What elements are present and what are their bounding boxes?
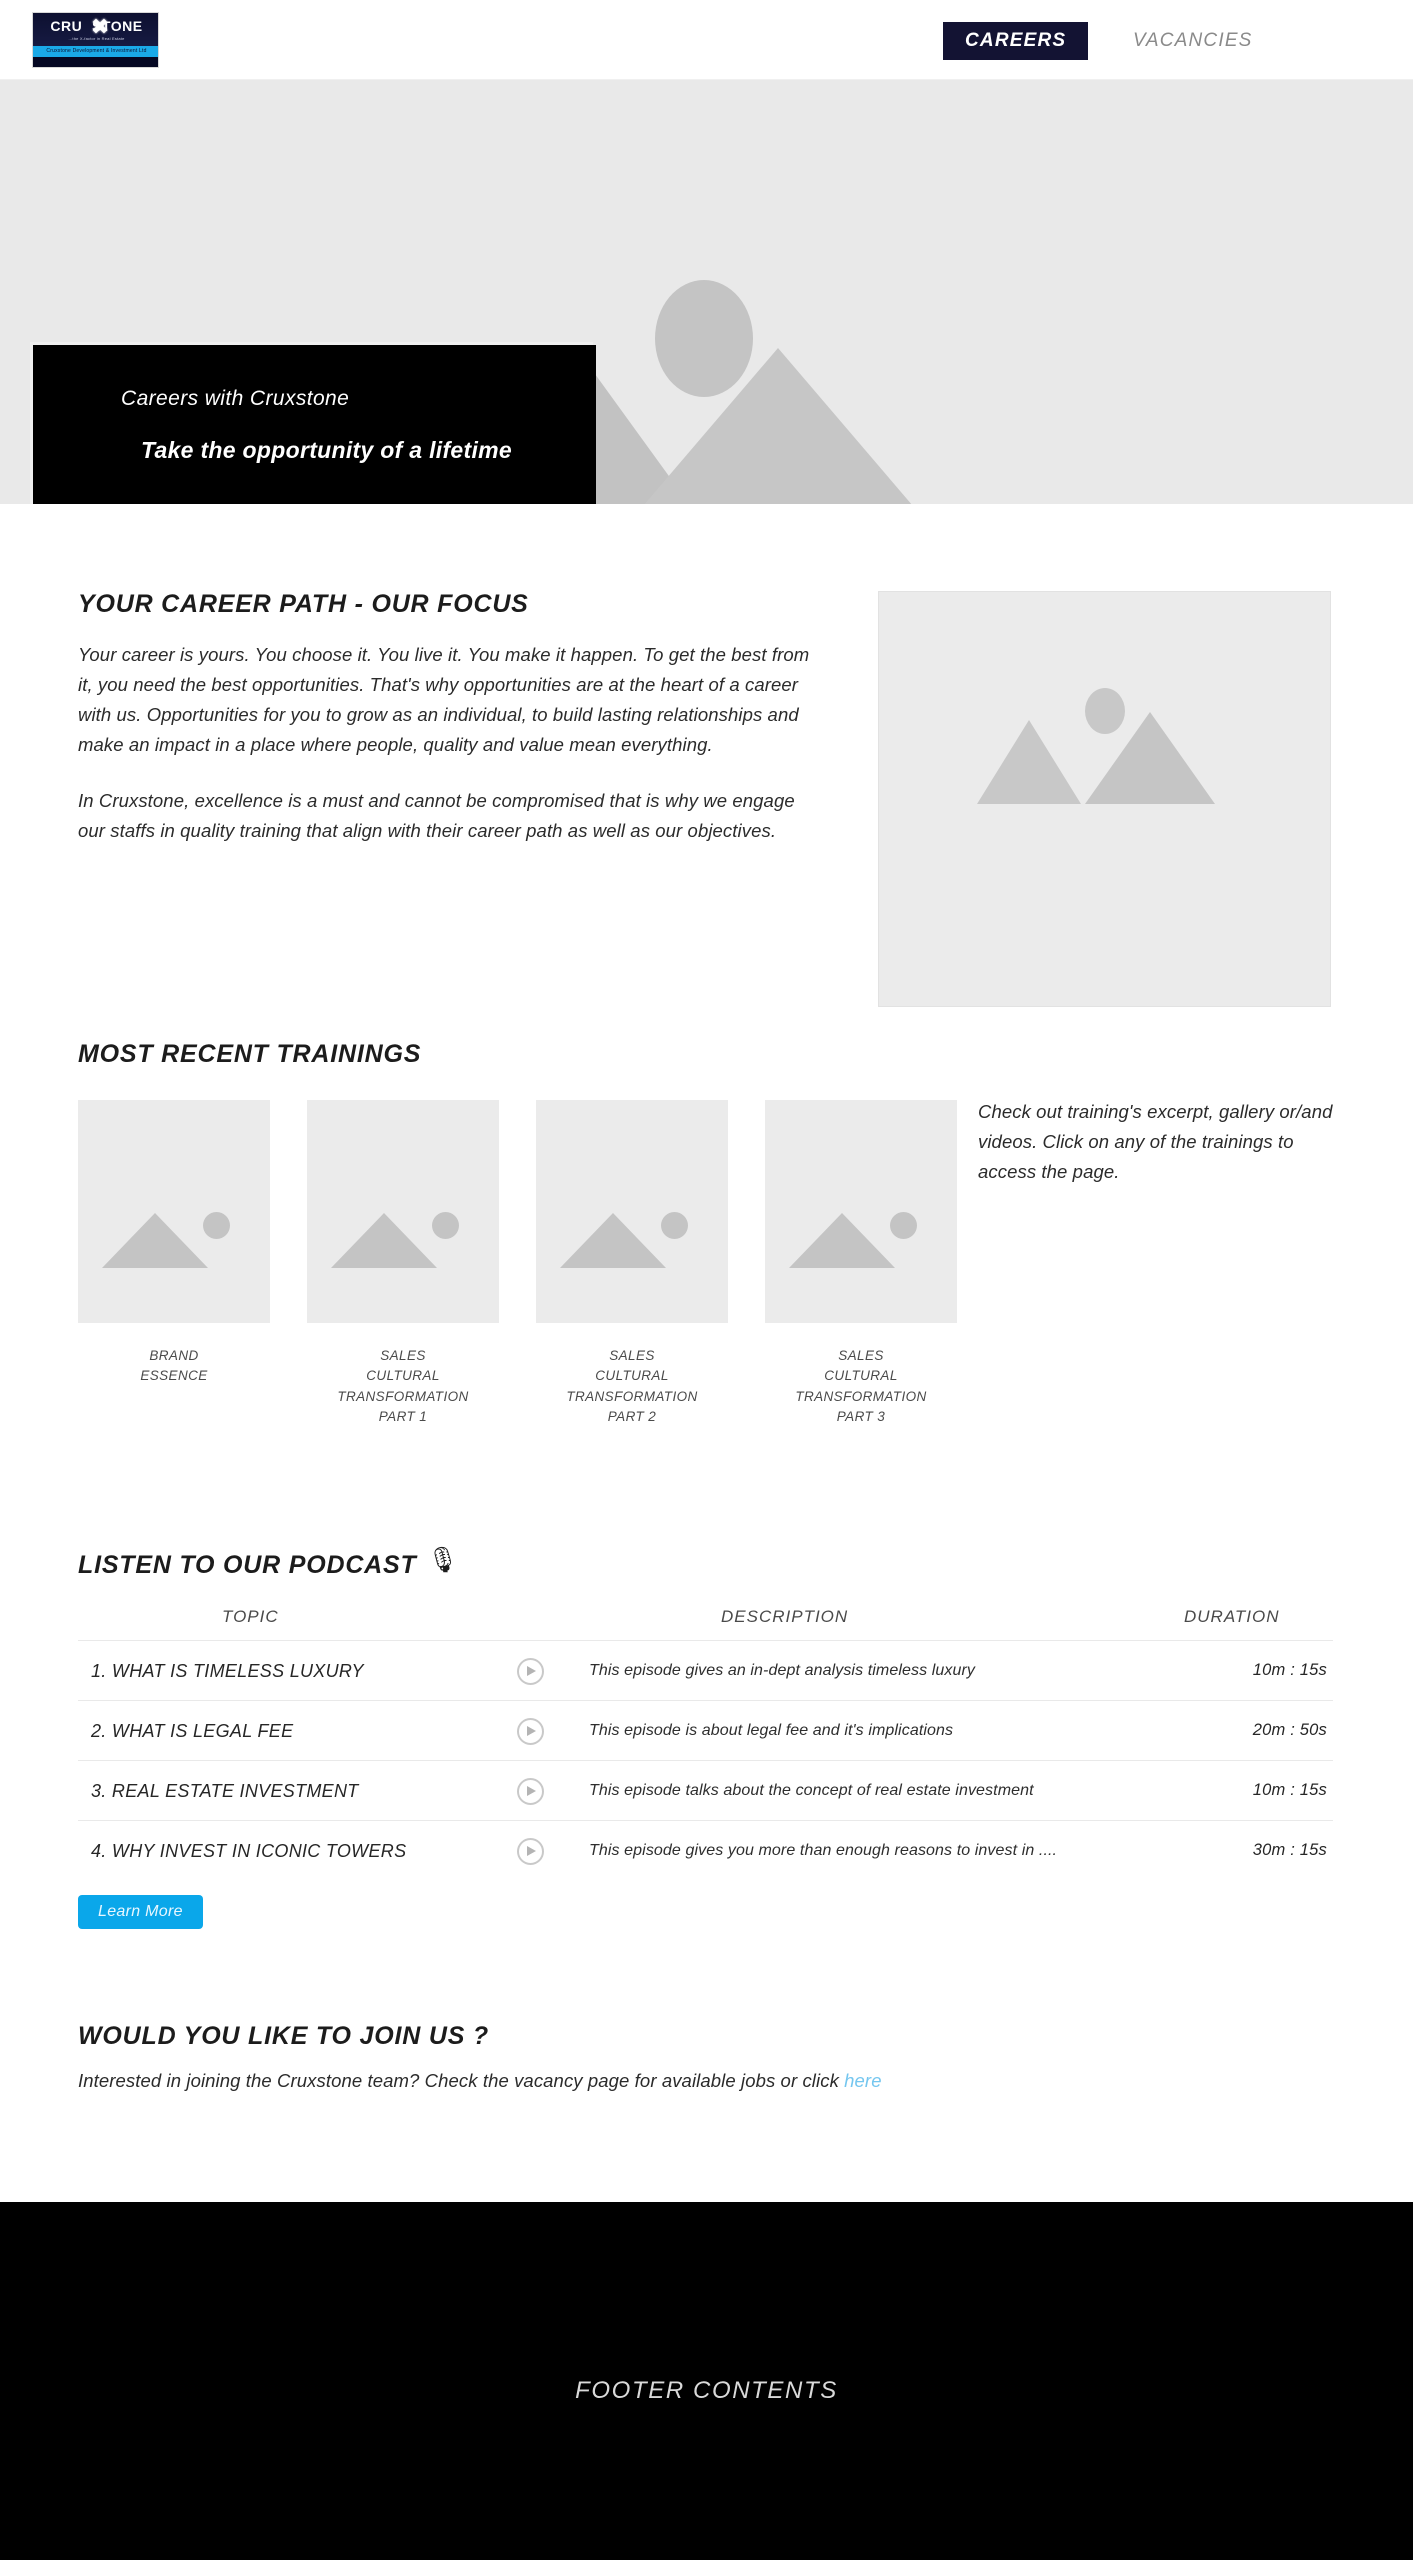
join-us-text-body: Interested in joining the Cruxstone team… <box>78 2070 845 2091</box>
podcast-duration: 30m : 15s <box>1252 1841 1327 1859</box>
site-logo[interactable]: CRUXSTONE ✖ ...the X-factor in Real Esta… <box>32 12 159 68</box>
podcast-column-header-topic: TOPIC <box>222 1607 279 1626</box>
podcast-description: This episode gives an in-dept analysis t… <box>589 1662 976 1679</box>
placeholder-mountain-left-icon <box>976 720 1081 804</box>
podcast-topic: 3. REAL ESTATE INVESTMENT <box>91 1781 359 1801</box>
placeholder-mountain-icon <box>331 1213 437 1268</box>
microphone-icon: 🎙 <box>427 1546 459 1574</box>
footer-contents-text: FOOTER CONTENTS <box>575 2377 838 2404</box>
hero-subtitle: Careers with Cruxstone <box>121 387 350 410</box>
learn-more-button[interactable]: Learn More <box>78 1895 203 1929</box>
training-card[interactable]: SALES CULTURAL TRANSFORMATION PART 2 <box>536 1100 728 1427</box>
logo-tagline: ...the X-factor in Real Estate <box>68 36 125 41</box>
join-us-text: Interested in joining the Cruxstone team… <box>78 2070 1338 2092</box>
logo-word-part1: CRU <box>50 18 83 34</box>
nav-item-vacancies[interactable]: VACANCIES <box>1133 22 1253 60</box>
trainings-note: Check out training's excerpt, gallery or… <box>978 1101 1333 1182</box>
training-thumbnail-placeholder <box>307 1100 499 1323</box>
hero-title: Take the opportunity of a lifetime <box>141 437 512 463</box>
podcast-topic: 1. WHAT IS TIMELESS LUXURY <box>91 1661 364 1681</box>
logo-bottom-panel <box>33 57 158 67</box>
play-icon[interactable] <box>517 1718 544 1745</box>
podcast-duration: 10m : 15s <box>1252 1661 1327 1679</box>
career-path-copy: Your career is yours. You choose it. You… <box>78 640 818 846</box>
placeholder-mountain-icon <box>789 1213 895 1268</box>
table-row[interactable]: 3. REAL ESTATE INVESTMENT This episode t… <box>78 1760 1333 1820</box>
logo-subtitle: Cruxstone Development & Investment Ltd <box>46 48 147 54</box>
placeholder-mountain-icon <box>560 1213 666 1268</box>
training-card-caption: SALES CULTURAL TRANSFORMATION PART 1 <box>337 1348 469 1424</box>
play-icon[interactable] <box>517 1658 544 1685</box>
play-icon[interactable] <box>517 1778 544 1805</box>
placeholder-sun-icon <box>661 1212 688 1239</box>
training-card-caption: BRAND ESSENCE <box>140 1348 208 1384</box>
podcast-heading: LISTEN TO OUR PODCAST <box>78 1551 417 1579</box>
placeholder-mountain-icon <box>102 1213 208 1268</box>
podcast-duration: 20m : 50s <box>1252 1721 1327 1739</box>
hero-placeholder-mountain-right-icon <box>573 348 983 504</box>
table-row[interactable]: 4. WHY INVEST IN ICONIC TOWERS This epis… <box>78 1820 1333 1880</box>
site-header: CRUXSTONE ✖ ...the X-factor in Real Esta… <box>0 0 1413 80</box>
podcast-topic: 4. WHY INVEST IN ICONIC TOWERS <box>91 1841 407 1861</box>
career-paragraph-1: Your career is yours. You choose it. You… <box>78 644 810 755</box>
training-card[interactable]: SALES CULTURAL TRANSFORMATION PART 1 <box>307 1100 499 1427</box>
nav-item-careers[interactable]: CAREERS <box>943 22 1089 60</box>
podcast-column-header-description: DESCRIPTION <box>721 1607 849 1626</box>
trainings-heading: MOST RECENT TRAININGS <box>78 1040 422 1068</box>
placeholder-mountain-right-icon <box>1084 712 1215 804</box>
main-navigation: CAREERS VACANCIES <box>943 0 1413 80</box>
training-card[interactable]: SALES CULTURAL TRANSFORMATION PART 3 <box>765 1100 957 1427</box>
podcast-duration: 10m : 15s <box>1252 1781 1327 1799</box>
hero-banner: Careers with Cruxstone Take the opportun… <box>0 80 1413 504</box>
podcast-description: This episode gives you more than enough … <box>589 1842 1058 1859</box>
placeholder-sun-icon <box>890 1212 917 1239</box>
table-row[interactable]: 1. WHAT IS TIMELESS LUXURY This episode … <box>78 1640 1333 1700</box>
podcast-description: This episode talks about the concept of … <box>589 1782 1034 1799</box>
training-card-caption: SALES CULTURAL TRANSFORMATION PART 2 <box>566 1348 698 1424</box>
logo-accent-bar: Cruxstone Development & Investment Ltd <box>33 46 158 57</box>
career-path-heading: YOUR CAREER PATH - OUR FOCUS <box>78 590 529 618</box>
hero-text-box: Careers with Cruxstone Take the opportun… <box>33 345 596 504</box>
career-path-image-placeholder <box>878 591 1331 1007</box>
table-row[interactable]: 2. WHAT IS LEGAL FEE This episode is abo… <box>78 1700 1333 1760</box>
training-thumbnail-placeholder <box>78 1100 270 1323</box>
placeholder-sun-icon <box>203 1212 230 1239</box>
training-thumbnail-placeholder <box>536 1100 728 1323</box>
podcast-description: This episode is about legal fee and it's… <box>589 1722 954 1739</box>
training-card-caption: SALES CULTURAL TRANSFORMATION PART 3 <box>795 1348 927 1424</box>
join-us-heading: WOULD YOU LIKE TO JOIN US ? <box>78 2022 489 2050</box>
join-us-here-link[interactable]: here <box>844 2070 881 2091</box>
placeholder-sun-icon <box>432 1212 459 1239</box>
podcast-topic: 2. WHAT IS LEGAL FEE <box>91 1721 294 1741</box>
career-paragraph-2: In Cruxstone, excellence is a must and c… <box>78 789 795 841</box>
podcast-column-header-duration: DURATION <box>1184 1607 1280 1626</box>
play-icon[interactable] <box>517 1838 544 1865</box>
training-card[interactable]: BRAND ESSENCE <box>78 1100 270 1387</box>
site-footer: FOOTER CONTENTS <box>0 2202 1413 2560</box>
training-thumbnail-placeholder <box>765 1100 957 1323</box>
